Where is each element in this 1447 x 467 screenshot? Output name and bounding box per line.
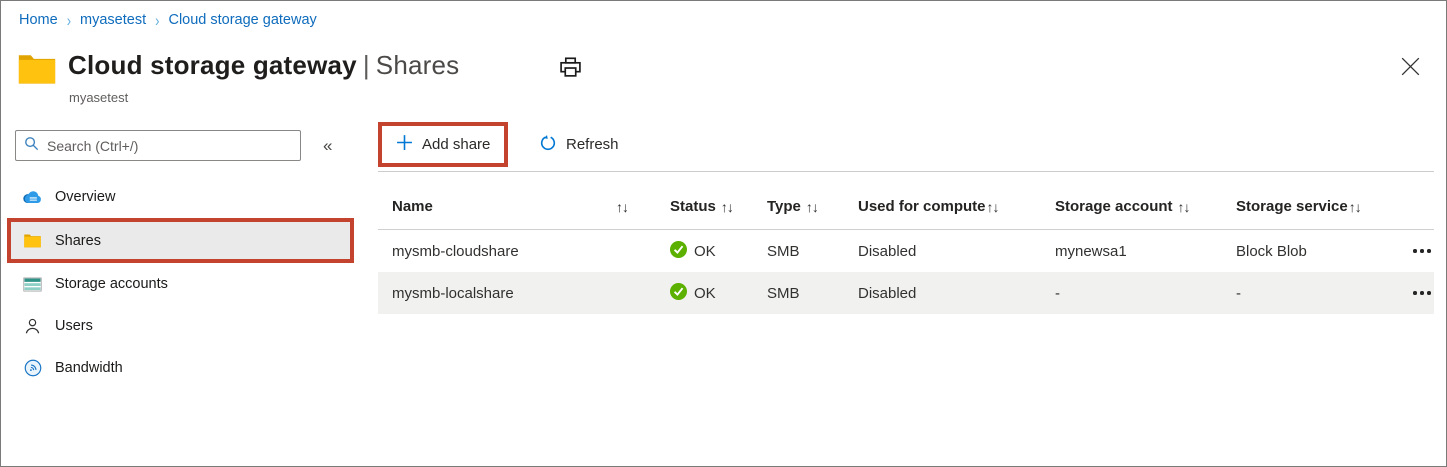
user-icon [23, 317, 42, 335]
breadcrumb-home[interactable]: Home [19, 12, 58, 28]
ellipsis-icon [1420, 249, 1424, 253]
resource-subtitle: myasetest [69, 90, 128, 105]
sidebar-item-users[interactable]: Users [1, 305, 363, 347]
column-label: Status [670, 198, 716, 215]
search-box[interactable] [15, 130, 301, 161]
sidebar-item-label: Users [55, 318, 93, 334]
ok-check-icon [670, 241, 687, 262]
column-header-storage-service[interactable]: Storage service ↑↓ [1222, 198, 1397, 215]
cell-used-for-compute: Disabled [844, 243, 1041, 260]
cell-type: SMB [753, 285, 844, 302]
sort-icon: ↑↓ [721, 199, 733, 215]
ellipsis-icon [1413, 291, 1417, 295]
cell-status: OK [656, 241, 753, 262]
add-share-button[interactable]: Add share [382, 126, 504, 163]
cloud-icon [23, 190, 42, 204]
row-menu-button[interactable] [1411, 285, 1433, 301]
column-label: Storage service [1236, 198, 1348, 215]
status-text: OK [694, 243, 716, 260]
print-button[interactable] [557, 55, 584, 83]
cell-storage-account: mynewsa1 [1041, 243, 1222, 260]
sidebar-nav: Overview Shares Storage accounts [1, 176, 363, 389]
sort-icon: ↑↓ [616, 199, 628, 215]
table-row[interactable]: mysmb-localshare OK SMB Disabled - - [378, 272, 1434, 314]
column-label: Type [767, 198, 801, 215]
page-title-separator: | [357, 50, 376, 80]
sort-icon: ↑↓ [806, 199, 818, 215]
search-input[interactable] [47, 138, 292, 154]
ellipsis-icon [1420, 291, 1424, 295]
annotation-box-shares: Shares [7, 218, 354, 263]
cell-actions [1397, 285, 1447, 301]
sort-icon: ↑↓ [987, 199, 999, 215]
breadcrumb: Home › myasetest › Cloud storage gateway [19, 12, 317, 28]
cell-status: OK [656, 283, 753, 304]
column-header-name[interactable]: Name ↑↓ [378, 198, 656, 215]
ellipsis-icon [1427, 291, 1431, 295]
close-button[interactable] [1397, 53, 1424, 83]
sidebar-item-bandwidth[interactable]: Bandwidth [1, 347, 363, 389]
column-header-used-for-compute[interactable]: Used for compute ↑↓ [844, 198, 1041, 215]
cell-storage-account: - [1041, 285, 1222, 302]
ellipsis-icon [1427, 249, 1431, 253]
page-title-blade: Shares [376, 50, 460, 80]
sidebar-item-label: Overview [55, 189, 115, 205]
breadcrumb-separator-icon: › [67, 11, 71, 30]
ok-check-icon [670, 283, 687, 304]
bandwidth-icon [23, 359, 42, 377]
search-icon [24, 136, 39, 156]
sidebar-item-storage-accounts[interactable]: Storage accounts [1, 263, 363, 305]
table-header-row: Name ↑↓ Status ↑↓ Type ↑↓ Used for compu… [378, 172, 1434, 230]
close-icon [1401, 64, 1420, 79]
ellipsis-icon [1413, 249, 1417, 253]
cell-name: mysmb-localshare [378, 285, 656, 302]
sort-icon: ↑↓ [1178, 199, 1190, 215]
cell-actions [1397, 243, 1447, 259]
row-menu-button[interactable] [1411, 243, 1433, 259]
breadcrumb-cloud-storage-gateway[interactable]: Cloud storage gateway [168, 12, 316, 28]
breadcrumb-myasetest[interactable]: myasetest [80, 12, 146, 28]
plus-icon [396, 134, 413, 155]
column-header-type[interactable]: Type ↑↓ [753, 198, 844, 215]
cell-storage-service: Block Blob [1222, 243, 1397, 260]
refresh-label: Refresh [566, 136, 619, 153]
storage-accounts-icon [23, 277, 42, 292]
sidebar-item-label: Storage accounts [55, 276, 168, 292]
folder-icon [17, 52, 57, 90]
sidebar-item-label: Bandwidth [55, 360, 123, 376]
cell-storage-service: - [1222, 285, 1397, 302]
cell-used-for-compute: Disabled [844, 285, 1041, 302]
refresh-button[interactable]: Refresh [525, 122, 633, 167]
column-label: Name [392, 198, 433, 215]
sidebar-item-label: Shares [55, 233, 101, 249]
breadcrumb-separator-icon: › [155, 11, 159, 30]
annotation-box-add-share: Add share [378, 122, 508, 167]
column-label: Used for compute [858, 198, 986, 215]
status-text: OK [694, 285, 716, 302]
refresh-icon [539, 134, 557, 156]
folder-icon [23, 233, 42, 248]
column-label: Storage account [1055, 198, 1173, 215]
sidebar-item-overview[interactable]: Overview [1, 176, 363, 218]
add-share-label: Add share [422, 136, 490, 153]
sidebar-search-row: « [15, 130, 336, 161]
page-title-resource: Cloud storage gateway [68, 50, 357, 80]
sidebar-item-shares[interactable]: Shares [11, 222, 350, 259]
sidebar-collapse-button[interactable]: « [319, 134, 336, 158]
table-row[interactable]: mysmb-cloudshare OK SMB Disabled mynewsa… [378, 230, 1434, 272]
column-header-status[interactable]: Status ↑↓ [656, 198, 753, 215]
column-header-storage-account[interactable]: Storage account ↑↓ [1041, 198, 1222, 215]
shares-table: Name ↑↓ Status ↑↓ Type ↑↓ Used for compu… [378, 172, 1434, 314]
cell-type: SMB [753, 243, 844, 260]
sort-icon: ↑↓ [1349, 199, 1361, 215]
page-title: Cloud storage gateway|Shares [68, 50, 459, 81]
cell-name: mysmb-cloudshare [378, 243, 656, 260]
printer-icon [559, 66, 582, 81]
